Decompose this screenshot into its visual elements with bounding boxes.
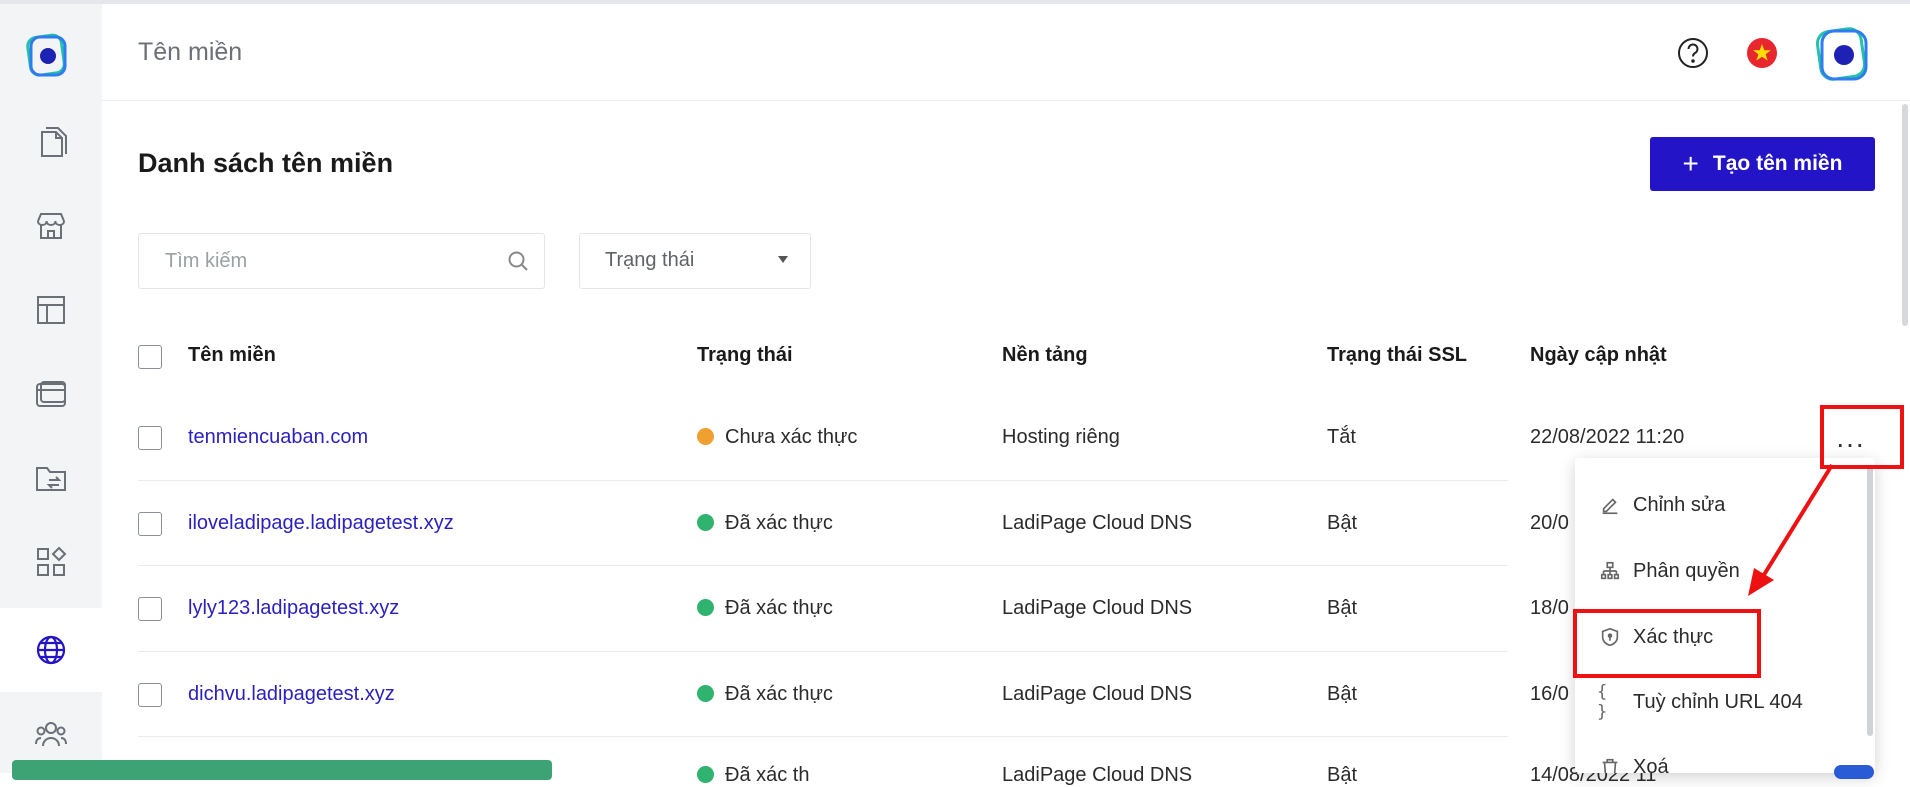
menu-item-label: Tuỳ chỉnh URL 404 <box>1633 690 1803 713</box>
status-dot <box>697 514 714 531</box>
row-divider <box>138 480 1508 481</box>
status-text: Đã xác th <box>725 764 810 786</box>
column-header-ssl[interactable]: Trạng thái SSL <box>1327 344 1467 367</box>
menu-item-label: Phân quyền <box>1633 559 1740 582</box>
top-header: Tên miền <box>102 4 1910 101</box>
domain-link[interactable]: lyly123.ladipagetest.xyz <box>188 597 399 620</box>
select-all-checkbox[interactable] <box>138 345 162 369</box>
globe-icon <box>36 635 66 665</box>
caret-down-icon <box>778 256 788 263</box>
menu-item-label: Chỉnh sửa <box>1633 493 1726 516</box>
ssl-cell: Bật <box>1327 512 1358 534</box>
sidebar-item-apps[interactable] <box>0 520 102 604</box>
ssl-cell: Bật <box>1327 683 1358 705</box>
create-domain-label: Tạo tên miền <box>1712 152 1843 175</box>
ladipage-logo[interactable] <box>24 30 70 80</box>
status-cell: Đã xác th <box>697 764 809 787</box>
toast-notification <box>12 760 552 780</box>
apps-icon <box>37 546 67 576</box>
domain-link[interactable]: iloveladipage.ladipagetest.xyz <box>188 512 454 535</box>
create-domain-button[interactable]: + Tạo tên miền <box>1650 137 1875 191</box>
status-text: Đã xác thực <box>725 683 833 705</box>
edit-icon <box>1597 492 1623 518</box>
page-title: Tên miền <box>138 38 243 66</box>
sidebar-item-store[interactable] <box>0 184 102 268</box>
annotation-arrow <box>1748 463 1834 596</box>
row-checkbox[interactable] <box>138 512 162 536</box>
row-checkbox[interactable] <box>138 597 162 621</box>
domain-link[interactable]: dichvu.ladipagetest.xyz <box>188 683 395 706</box>
updated-cell: 20/0 <box>1530 512 1569 534</box>
page-scrollbar[interactable] <box>1902 104 1908 326</box>
plus-icon: + <box>1682 148 1699 179</box>
platform-cell: LadiPage Cloud DNS <box>1002 597 1193 619</box>
platform-cell: LadiPage Cloud DNS <box>1002 512 1193 534</box>
store-icon <box>37 213 65 239</box>
status-text: Chưa xác thực <box>725 426 858 448</box>
sidebar-item-browser[interactable] <box>0 352 102 436</box>
ssl-cell: Bật <box>1327 597 1358 619</box>
sitemap-icon <box>1597 558 1623 584</box>
status-filter-value: Trạng thái <box>605 249 695 271</box>
sidebar <box>0 4 102 773</box>
sidebar-item-files[interactable] <box>0 436 102 520</box>
column-header-updated[interactable]: Ngày cập nhật <box>1530 344 1667 367</box>
status-text: Đã xác thực <box>725 597 833 619</box>
status-cell: Đã xác thực <box>697 683 833 706</box>
browser-icon <box>36 381 66 407</box>
user-avatar[interactable] <box>1813 24 1873 84</box>
status-cell: Đã xác thực <box>697 512 833 535</box>
trash-icon <box>1597 754 1623 773</box>
help-icon[interactable] <box>1676 36 1710 70</box>
sidebar-item-domains[interactable] <box>0 608 102 692</box>
annotation-highlight-verify <box>1573 609 1761 678</box>
status-cell: Đã xác thực <box>697 597 833 620</box>
team-icon <box>35 722 67 747</box>
search-input[interactable] <box>163 249 497 274</box>
sidebar-item-templates[interactable] <box>0 268 102 352</box>
row-checkbox[interactable] <box>138 683 162 707</box>
updated-cell: 16/0 <box>1530 683 1569 705</box>
row-divider <box>138 736 1508 737</box>
column-header-domain[interactable]: Tên miền <box>188 344 276 367</box>
search-icon[interactable] <box>506 249 530 273</box>
floating-chat-button[interactable] <box>1834 765 1874 779</box>
platform-cell: LadiPage Cloud DNS <box>1002 764 1193 786</box>
folder-transfer-icon <box>36 467 66 491</box>
template-icon <box>37 296 65 324</box>
menu-item-custom-404[interactable]: { } Tuỳ chỉnh URL 404 <box>1575 677 1865 727</box>
braces-icon: { } <box>1597 682 1608 722</box>
updated-cell: 22/08/2022 11:20 <box>1530 426 1685 448</box>
search-box[interactable] <box>138 233 545 289</box>
platform-cell: Hosting riêng <box>1002 426 1120 448</box>
updated-cell: 18/0 <box>1530 597 1569 619</box>
status-dot <box>697 766 714 783</box>
sidebar-item-pages[interactable] <box>0 100 102 184</box>
section-title: Danh sách tên miền <box>138 148 394 178</box>
row-checkbox[interactable] <box>138 426 162 450</box>
status-cell: Chưa xác thực <box>697 426 857 449</box>
status-dot <box>697 685 714 702</box>
row-divider <box>138 565 1508 566</box>
column-header-status[interactable]: Trạng thái <box>697 344 793 367</box>
menu-item-delete[interactable]: Xoá <box>1575 742 1865 773</box>
domain-link[interactable]: tenmiencuaban.com <box>188 426 368 449</box>
vietnam-flag-icon[interactable] <box>1745 36 1779 70</box>
status-filter-select[interactable]: Trạng thái <box>579 233 811 289</box>
status-text: Đã xác thực <box>725 512 833 534</box>
ssl-cell: Bật <box>1327 764 1358 786</box>
column-header-platform[interactable]: Nền tảng <box>1002 344 1088 367</box>
menu-scrollbar[interactable] <box>1867 466 1873 736</box>
status-dot <box>697 599 714 616</box>
status-dot <box>697 428 714 445</box>
platform-cell: LadiPage Cloud DNS <box>1002 683 1193 705</box>
ssl-cell: Tắt <box>1327 426 1356 448</box>
menu-item-label: Xoá <box>1633 755 1669 774</box>
row-divider <box>138 651 1508 652</box>
pages-icon <box>41 127 67 157</box>
